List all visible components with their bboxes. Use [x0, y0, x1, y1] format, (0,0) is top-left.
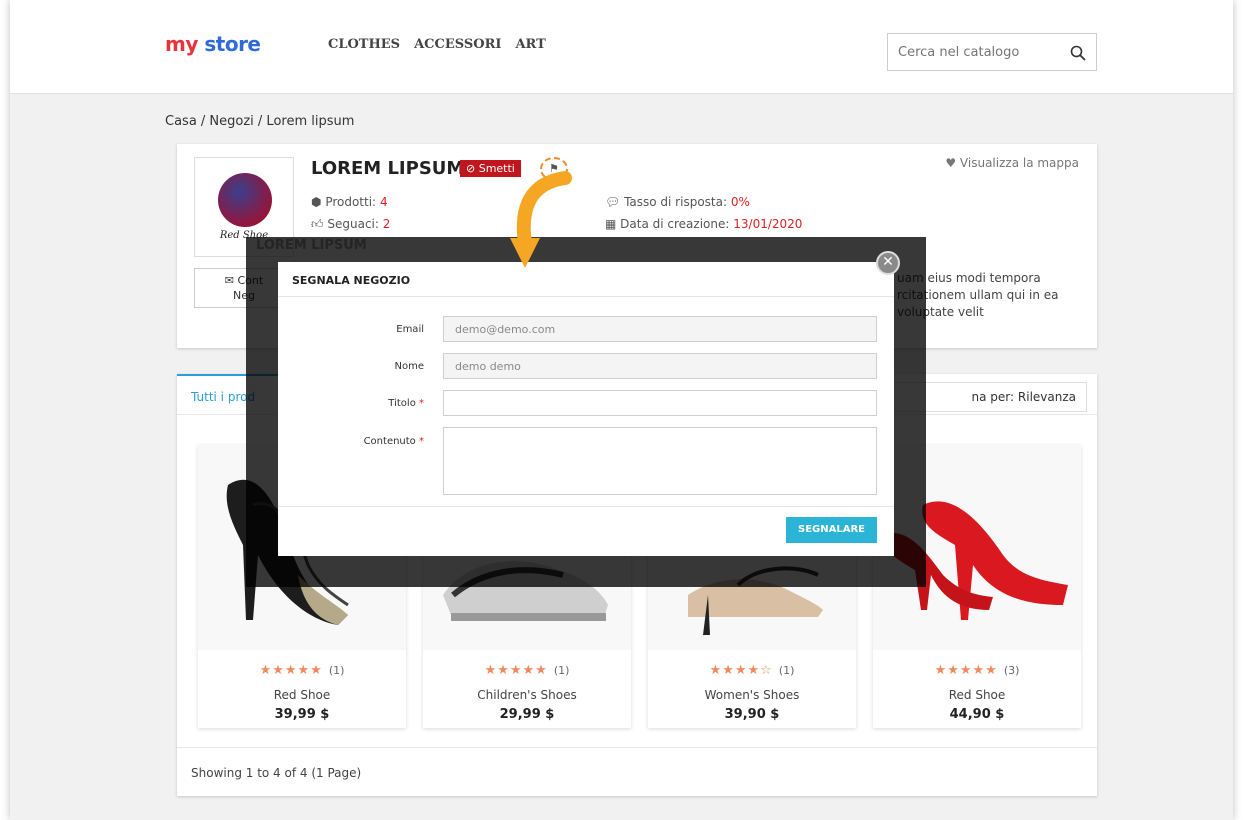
report-store-modal: SEGNALA NEGOZIO Email Nome Titolo * Cont…	[278, 262, 894, 556]
main-nav: CLOTHES ACCESSORI ART	[328, 37, 546, 52]
modal-title: SEGNALA NEGOZIO	[292, 274, 411, 287]
product-price: 44,90 $	[949, 707, 1005, 722]
site-header: my store CLOTHES ACCESSORI ART	[10, 0, 1233, 94]
rating-stars: ★★★★★ (1)	[484, 663, 570, 678]
followers-label: Seguaci:	[327, 217, 379, 231]
product-price: 29,99 $	[499, 707, 555, 722]
chat-icon: 💬︎	[605, 195, 621, 209]
browser-frame: my store CLOTHES ACCESSORI ART Casa / Ne…	[10, 0, 1233, 820]
store-logo[interactable]: my store	[165, 32, 261, 56]
orange-arrow-icon	[510, 171, 572, 268]
followers-value: 2	[382, 217, 391, 231]
products-value: 4	[379, 195, 388, 209]
search-box	[887, 33, 1097, 71]
content-textarea[interactable]	[443, 427, 877, 495]
rating-stars: ★★★★★ (3)	[934, 663, 1020, 678]
response-label: Tasso di risposta:	[624, 195, 728, 209]
response-rate: 💬︎ Tasso di risposta: 0%	[605, 195, 750, 209]
product-name[interactable]: Women's Shoes	[648, 688, 856, 702]
product-name[interactable]: Red Shoe	[198, 688, 406, 702]
view-map-link[interactable]: ♥ Visualizza la mappa	[945, 156, 1079, 170]
store-name: LOREM LIPSUM	[311, 158, 465, 179]
content-label: Contenuto *	[363, 436, 424, 447]
title-label: Titolo *	[388, 398, 424, 409]
title-field[interactable]	[443, 390, 877, 416]
modal-divider	[278, 296, 894, 297]
product-price: 39,99 $	[274, 707, 330, 722]
logo-my: my	[165, 32, 198, 56]
thumbs-up-icon: 👍︎	[311, 217, 324, 231]
search-icon[interactable]	[1070, 45, 1086, 61]
bottom-divider	[177, 747, 1097, 748]
pagination-info: Showing 1 to 4 of 4 (1 Page)	[191, 766, 362, 780]
created-label: Data di creazione:	[620, 217, 730, 231]
name-field[interactable]	[443, 353, 877, 379]
breadcrumb[interactable]: Casa / Negozi / Lorem lipsum	[165, 114, 354, 129]
rating-stars: ★★★★★ (1)	[259, 663, 345, 678]
logo-store: store	[204, 32, 261, 56]
shoe-logo-icon	[218, 173, 272, 227]
sort-label: na per:	[971, 390, 1015, 404]
product-price: 39,90 $	[724, 707, 780, 722]
nav-accessori[interactable]: ACCESSORI	[414, 37, 501, 52]
creation-date: ▦ Data di creazione: 13/01/2020	[605, 217, 802, 231]
nav-clothes[interactable]: CLOTHES	[328, 37, 400, 52]
created-value: 13/01/2020	[733, 217, 803, 231]
product-name[interactable]: Children's Shoes	[423, 688, 631, 702]
followers-count: 👍︎ Seguaci: 2	[311, 217, 390, 232]
email-label: Email	[396, 324, 424, 335]
nav-art[interactable]: ART	[515, 37, 545, 52]
modal-footer-divider	[278, 506, 894, 507]
name-label: Nome	[394, 361, 425, 372]
rating-stars: ★★★★☆ (1)	[709, 663, 795, 678]
cubes-icon: ⬢	[311, 195, 322, 209]
backdrop-store-name: LOREM LIPSUM	[256, 238, 367, 253]
search-input[interactable]	[888, 34, 1048, 70]
product-name[interactable]: Red Shoe	[873, 688, 1081, 702]
email-field[interactable]	[443, 316, 877, 342]
response-value: 0%	[730, 195, 750, 209]
products-count: ⬢ Prodotti: 4	[311, 195, 388, 209]
sort-value: Rilevanza	[1017, 390, 1076, 404]
close-modal-button[interactable]: ✕	[876, 251, 900, 275]
calendar-icon: ▦	[605, 217, 617, 231]
submit-report-button[interactable]: SEGNALARE	[786, 517, 877, 543]
products-label: Prodotti:	[325, 195, 377, 209]
